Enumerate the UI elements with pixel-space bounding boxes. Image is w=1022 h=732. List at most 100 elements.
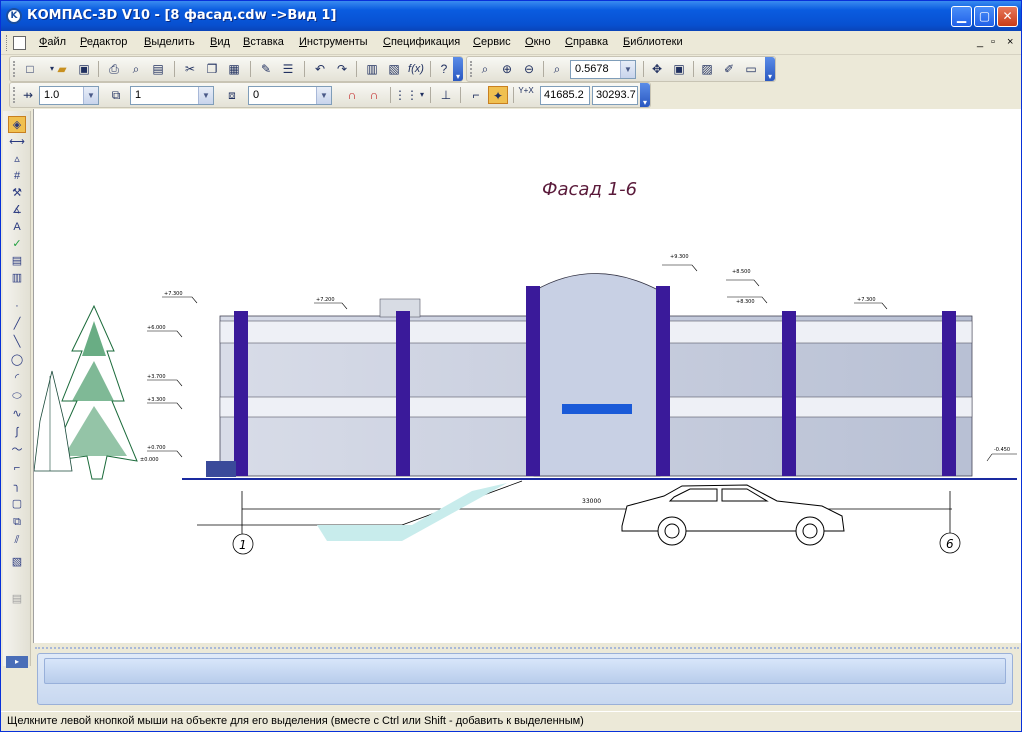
chevron-down-icon[interactable]: ▼ <box>83 87 98 104</box>
undo-icon[interactable]: ↶ <box>310 60 330 78</box>
coord-x-field[interactable]: 41685.2 <box>540 86 590 105</box>
chevron-down-icon[interactable]: ▼ <box>316 87 331 104</box>
mdi-close-button[interactable]: × <box>1007 36 1013 48</box>
spec-panel-icon[interactable]: ▥ <box>8 270 26 287</box>
display-icon[interactable]: ▭ <box>741 60 761 78</box>
zoom-window-icon[interactable]: ⌕ <box>475 60 495 78</box>
style-icon[interactable]: ⧈ <box>222 86 242 104</box>
document-icon[interactable] <box>13 36 26 50</box>
assoc-views-panel-icon[interactable]: ▤ <box>8 253 26 270</box>
menu-editor[interactable]: Редактор <box>80 36 127 48</box>
nurbs-curve-icon[interactable]: ∫ <box>8 424 26 441</box>
menu-insert[interactable]: Вставка <box>243 36 284 48</box>
fillet-icon[interactable]: ╮ <box>8 478 26 495</box>
close-button[interactable]: ✕ <box>997 6 1018 27</box>
menu-libraries[interactable]: Библиотеки <box>623 36 683 48</box>
mdi-restore-button[interactable]: ▫ <box>991 36 995 48</box>
dimensions-panel-icon[interactable]: ⟷ <box>8 134 26 151</box>
parametrization-panel-icon[interactable]: ⚒ <box>8 185 26 202</box>
rectangle-icon[interactable]: ▢ <box>8 496 26 513</box>
chevron-down-icon[interactable]: ▼ <box>620 61 635 78</box>
contour-icon[interactable]: ⧉ <box>8 514 26 531</box>
library-icon[interactable]: ▧ <box>384 60 404 78</box>
hatch-icon[interactable]: ▧ <box>8 554 26 571</box>
zoom-scale-icon[interactable]: ⌕ <box>547 60 567 78</box>
menu-help[interactable]: Справка <box>565 36 608 48</box>
layer-icon[interactable]: ⧉ <box>106 86 126 104</box>
toolbar-grip[interactable] <box>13 87 16 103</box>
segment-icon[interactable]: ╲ <box>8 334 26 351</box>
menu-tools[interactable]: Инструменты <box>299 36 368 48</box>
selection-panel-icon[interactable]: A <box>8 219 26 236</box>
brush-icon[interactable]: ✐ <box>719 60 739 78</box>
new-icon[interactable]: □ <box>20 60 40 78</box>
polyline-icon[interactable]: 〜 <box>8 442 26 459</box>
symbols-panel-icon[interactable]: ▵ <box>8 151 26 168</box>
toolbar-grip[interactable] <box>13 61 16 77</box>
title-bar[interactable]: K КОМПАС-3D V10 - [8 фасад.cdw ->Вид 1] … <box>1 1 1021 31</box>
auxiliary-line-icon[interactable]: ╱ <box>8 316 26 333</box>
menu-service[interactable]: Сервис <box>473 36 511 48</box>
circle-icon[interactable]: ◯ <box>8 352 26 369</box>
print-preview-icon[interactable]: ⌕ <box>126 60 146 78</box>
menu-select[interactable]: Выделить <box>144 36 195 48</box>
redo-icon[interactable]: ↷ <box>332 60 352 78</box>
menu-grip[interactable] <box>6 35 9 51</box>
menu-specification[interactable]: Спецификация <box>383 36 460 48</box>
measure-panel-icon[interactable]: ∡ <box>8 202 26 219</box>
copy-icon[interactable]: ❐ <box>202 60 222 78</box>
open-folder-icon[interactable]: ▰ <box>52 60 72 78</box>
menu-window[interactable]: Окно <box>525 36 551 48</box>
step-cursor-icon[interactable]: ⇸ <box>18 86 38 104</box>
dropdown-arrow-icon[interactable]: ▾ <box>412 86 432 104</box>
panel-grip[interactable] <box>35 647 1019 651</box>
cut-icon[interactable]: ✂ <box>180 60 200 78</box>
manager-icon[interactable]: ▥ <box>362 60 382 78</box>
drawing-canvas[interactable]: Фасад 1-6 33000 1 6 +7.300 +7.200 +6.000… <box>33 109 1021 643</box>
toolbar-grip[interactable] <box>470 61 473 77</box>
print-icon[interactable]: ⎙ <box>104 60 124 78</box>
mdi-minimize-button[interactable]: _ <box>977 36 983 48</box>
zoom-out-icon[interactable]: ⊖ <box>519 60 539 78</box>
preview-icon[interactable]: ▤ <box>148 60 168 78</box>
check-panel-icon[interactable]: ✓ <box>8 236 26 253</box>
local-cs-icon[interactable]: ⊥ <box>436 86 456 104</box>
arc-icon[interactable]: ◜ <box>8 370 26 387</box>
edit-panel-icon[interactable]: # <box>8 168 26 185</box>
save-icon[interactable]: ▣ <box>74 60 94 78</box>
property-panel-area[interactable] <box>44 658 1006 684</box>
menu-view[interactable]: Вид <box>210 36 230 48</box>
refresh-icon[interactable]: ▨ <box>697 60 717 78</box>
snap-magnet-icon[interactable]: ∩ <box>342 86 362 104</box>
geometry-panel-icon[interactable]: ◈ <box>8 116 26 133</box>
pan-icon[interactable]: ✥ <box>647 60 667 78</box>
zoom-combo[interactable]: 0.5678 ▼ <box>570 60 636 79</box>
toolbar-expand-tab[interactable]: ▸ <box>6 656 28 668</box>
menu-file[interactable]: Файл <box>39 36 66 48</box>
step-combo[interactable]: 1.0 ▼ <box>39 86 99 105</box>
toolbar-options-button[interactable]: ▾ <box>640 83 650 107</box>
properties-icon[interactable]: ☰ <box>278 60 298 78</box>
bezier-curve-icon[interactable]: ∿ <box>8 406 26 423</box>
layer-combo[interactable]: 1 ▼ <box>130 86 214 105</box>
maximize-button[interactable]: ▢ <box>974 6 995 27</box>
chamfer-icon[interactable]: ⌐ <box>8 460 26 477</box>
style-combo[interactable]: 0 ▼ <box>248 86 332 105</box>
show-all-icon[interactable]: ▣ <box>669 60 689 78</box>
help-cursor-icon[interactable]: ? <box>434 60 454 78</box>
equidistant-icon[interactable]: ⫽ <box>8 532 26 549</box>
variables-fx-icon[interactable]: f(x) <box>406 60 426 78</box>
local-snap-icon[interactable]: ∩ <box>364 86 384 104</box>
point-icon[interactable]: · <box>8 298 26 315</box>
parametric-mode-icon[interactable]: ✦ <box>488 86 508 104</box>
coord-y-field[interactable]: 30293.7 <box>592 86 638 105</box>
zoom-in-icon[interactable]: ⊕ <box>497 60 517 78</box>
toolbar-options-button[interactable]: ▾ <box>765 57 775 81</box>
chevron-down-icon[interactable]: ▼ <box>198 87 213 104</box>
minimize-button[interactable]: ▁ <box>951 6 972 27</box>
grid-icon[interactable]: ⋮⋮ <box>394 86 418 104</box>
ellipse-icon[interactable]: ⬭ <box>8 388 26 405</box>
paste-icon[interactable]: ▦ <box>224 60 244 78</box>
format-brush-icon[interactable]: ✎ <box>256 60 276 78</box>
toolbar-options-button[interactable]: ▾ <box>453 57 463 81</box>
